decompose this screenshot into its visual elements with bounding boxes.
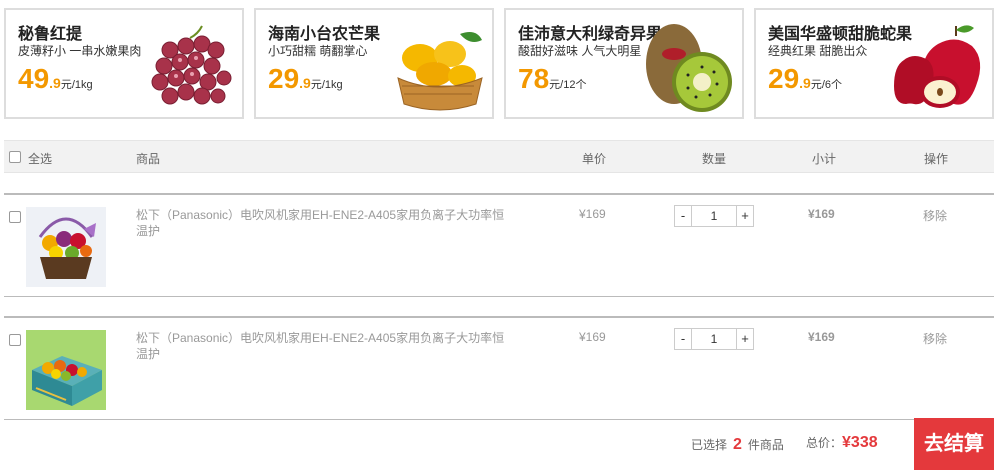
selected-count: 2 [733, 436, 742, 453]
decrement-button[interactable]: - [675, 329, 692, 349]
selected-suffix: 件商品 [747, 438, 784, 452]
column-header-product: 商品 [136, 152, 161, 166]
cart-footer: 已选择 2 件商品 总价：¥338 去结算 [4, 418, 994, 470]
item-subtotal: ¥169 [808, 330, 835, 344]
item-checkbox[interactable] [9, 334, 21, 346]
promo-subtitle: 经典红果 甜脆出众 [768, 44, 868, 58]
select-all-label[interactable]: 全选 [28, 150, 52, 167]
remove-item-link[interactable]: 移除 [923, 330, 947, 347]
promo-price-frac: .9 [49, 75, 61, 91]
promo-price-unit: 元/12个 [549, 79, 587, 91]
promo-price-frac: .9 [799, 75, 811, 91]
increment-button[interactable]: + [736, 206, 753, 226]
item-product-name[interactable]: 松下（Panasonic）电吹风机家用EH-ENE2-A405家用负离子大功率恒… [136, 330, 516, 362]
column-header-unit-price: 单价 [582, 152, 607, 166]
promo-subtitle: 小巧甜糯 萌翻掌心 [268, 44, 368, 58]
decrement-button[interactable]: - [675, 206, 692, 226]
promo-price-int: 29 [268, 63, 300, 94]
fruit-gift-box-image[interactable] [26, 330, 106, 410]
promo-card-grapes[interactable]: 秘鲁红提 皮薄籽小 一串水嫩果肉 49.9元/1kg [4, 8, 244, 119]
item-unit-price: ¥169 [579, 207, 606, 221]
promo-subtitle: 酸甜好滋味 人气大明星 [518, 44, 642, 58]
promo-subtitle: 皮薄籽小 一串水嫩果肉 [18, 44, 142, 58]
promo-banner-row: 秘鲁红提 皮薄籽小 一串水嫩果肉 49.9元/1kg 海南小台农芒果 小巧甜糯 … [4, 8, 994, 119]
column-header-quantity: 数量 [702, 152, 727, 166]
selected-prefix: 已选择 [691, 438, 728, 452]
fruit-basket-image[interactable] [26, 207, 106, 287]
promo-price: 78元/12个 [518, 63, 586, 95]
total-label: 总价： [806, 436, 843, 450]
column-header-subtotal: 小计 [812, 152, 837, 166]
quantity-stepper: - 1 + [674, 205, 754, 227]
promo-price-int: 78 [518, 63, 550, 94]
mango-basket-icon [397, 32, 483, 111]
promo-card-kiwi[interactable]: 佳沛意大利绿奇异果 酸甜好滋味 人气大明星 78元/12个 [504, 8, 744, 119]
item-checkbox[interactable] [9, 211, 21, 223]
promo-price-unit: 元/1kg [310, 79, 343, 91]
selected-count-info: 已选择 2 件商品 [691, 436, 784, 454]
cart-table-header: 全选 商品 单价 数量 小计 操作 [4, 140, 994, 173]
promo-price: 29.9元/6个 [768, 63, 842, 95]
item-subtotal: ¥169 [808, 207, 835, 221]
kiwi-icon [646, 24, 732, 112]
promo-price-frac: .9 [299, 75, 311, 91]
checkout-button[interactable]: 去结算 [914, 418, 994, 470]
increment-button[interactable]: + [736, 329, 753, 349]
total-price-info: 总价：¥338 [806, 434, 878, 452]
promo-price: 29.9元/1kg [268, 63, 343, 95]
promo-card-mango[interactable]: 海南小台农芒果 小巧甜糯 萌翻掌心 29.9元/1kg [254, 8, 494, 119]
promo-price: 49.9元/1kg [18, 63, 93, 95]
quantity-input[interactable]: 1 [693, 329, 735, 349]
total-amount: ¥338 [842, 434, 878, 451]
remove-item-link[interactable]: 移除 [923, 207, 947, 224]
select-all-checkbox[interactable] [9, 151, 21, 163]
promo-title: 秘鲁红提 [18, 26, 83, 43]
item-product-name[interactable]: 松下（Panasonic）电吹风机家用EH-ENE2-A405家用负离子大功率恒… [136, 207, 516, 239]
promo-card-apple[interactable]: 美国华盛顿甜脆蛇果 经典红果 甜脆出众 29.9元/6个 [754, 8, 994, 119]
quantity-stepper: - 1 + [674, 328, 754, 350]
quantity-input[interactable]: 1 [693, 206, 735, 226]
promo-price-int: 29 [768, 63, 800, 94]
column-header-action: 操作 [924, 152, 949, 166]
promo-title: 海南小台农芒果 [268, 26, 381, 43]
cart-item-row: 松下（Panasonic）电吹风机家用EH-ENE2-A405家用负离子大功率恒… [4, 193, 994, 297]
item-unit-price: ¥169 [579, 330, 606, 344]
promo-price-int: 49 [18, 63, 50, 94]
red-apple-icon [894, 25, 981, 108]
promo-price-unit: 元/6个 [810, 79, 843, 91]
promo-price-unit: 元/1kg [60, 79, 93, 91]
red-grapes-icon [151, 25, 232, 105]
cart-item-row: 松下（Panasonic）电吹风机家用EH-ENE2-A405家用负离子大功率恒… [4, 316, 994, 420]
